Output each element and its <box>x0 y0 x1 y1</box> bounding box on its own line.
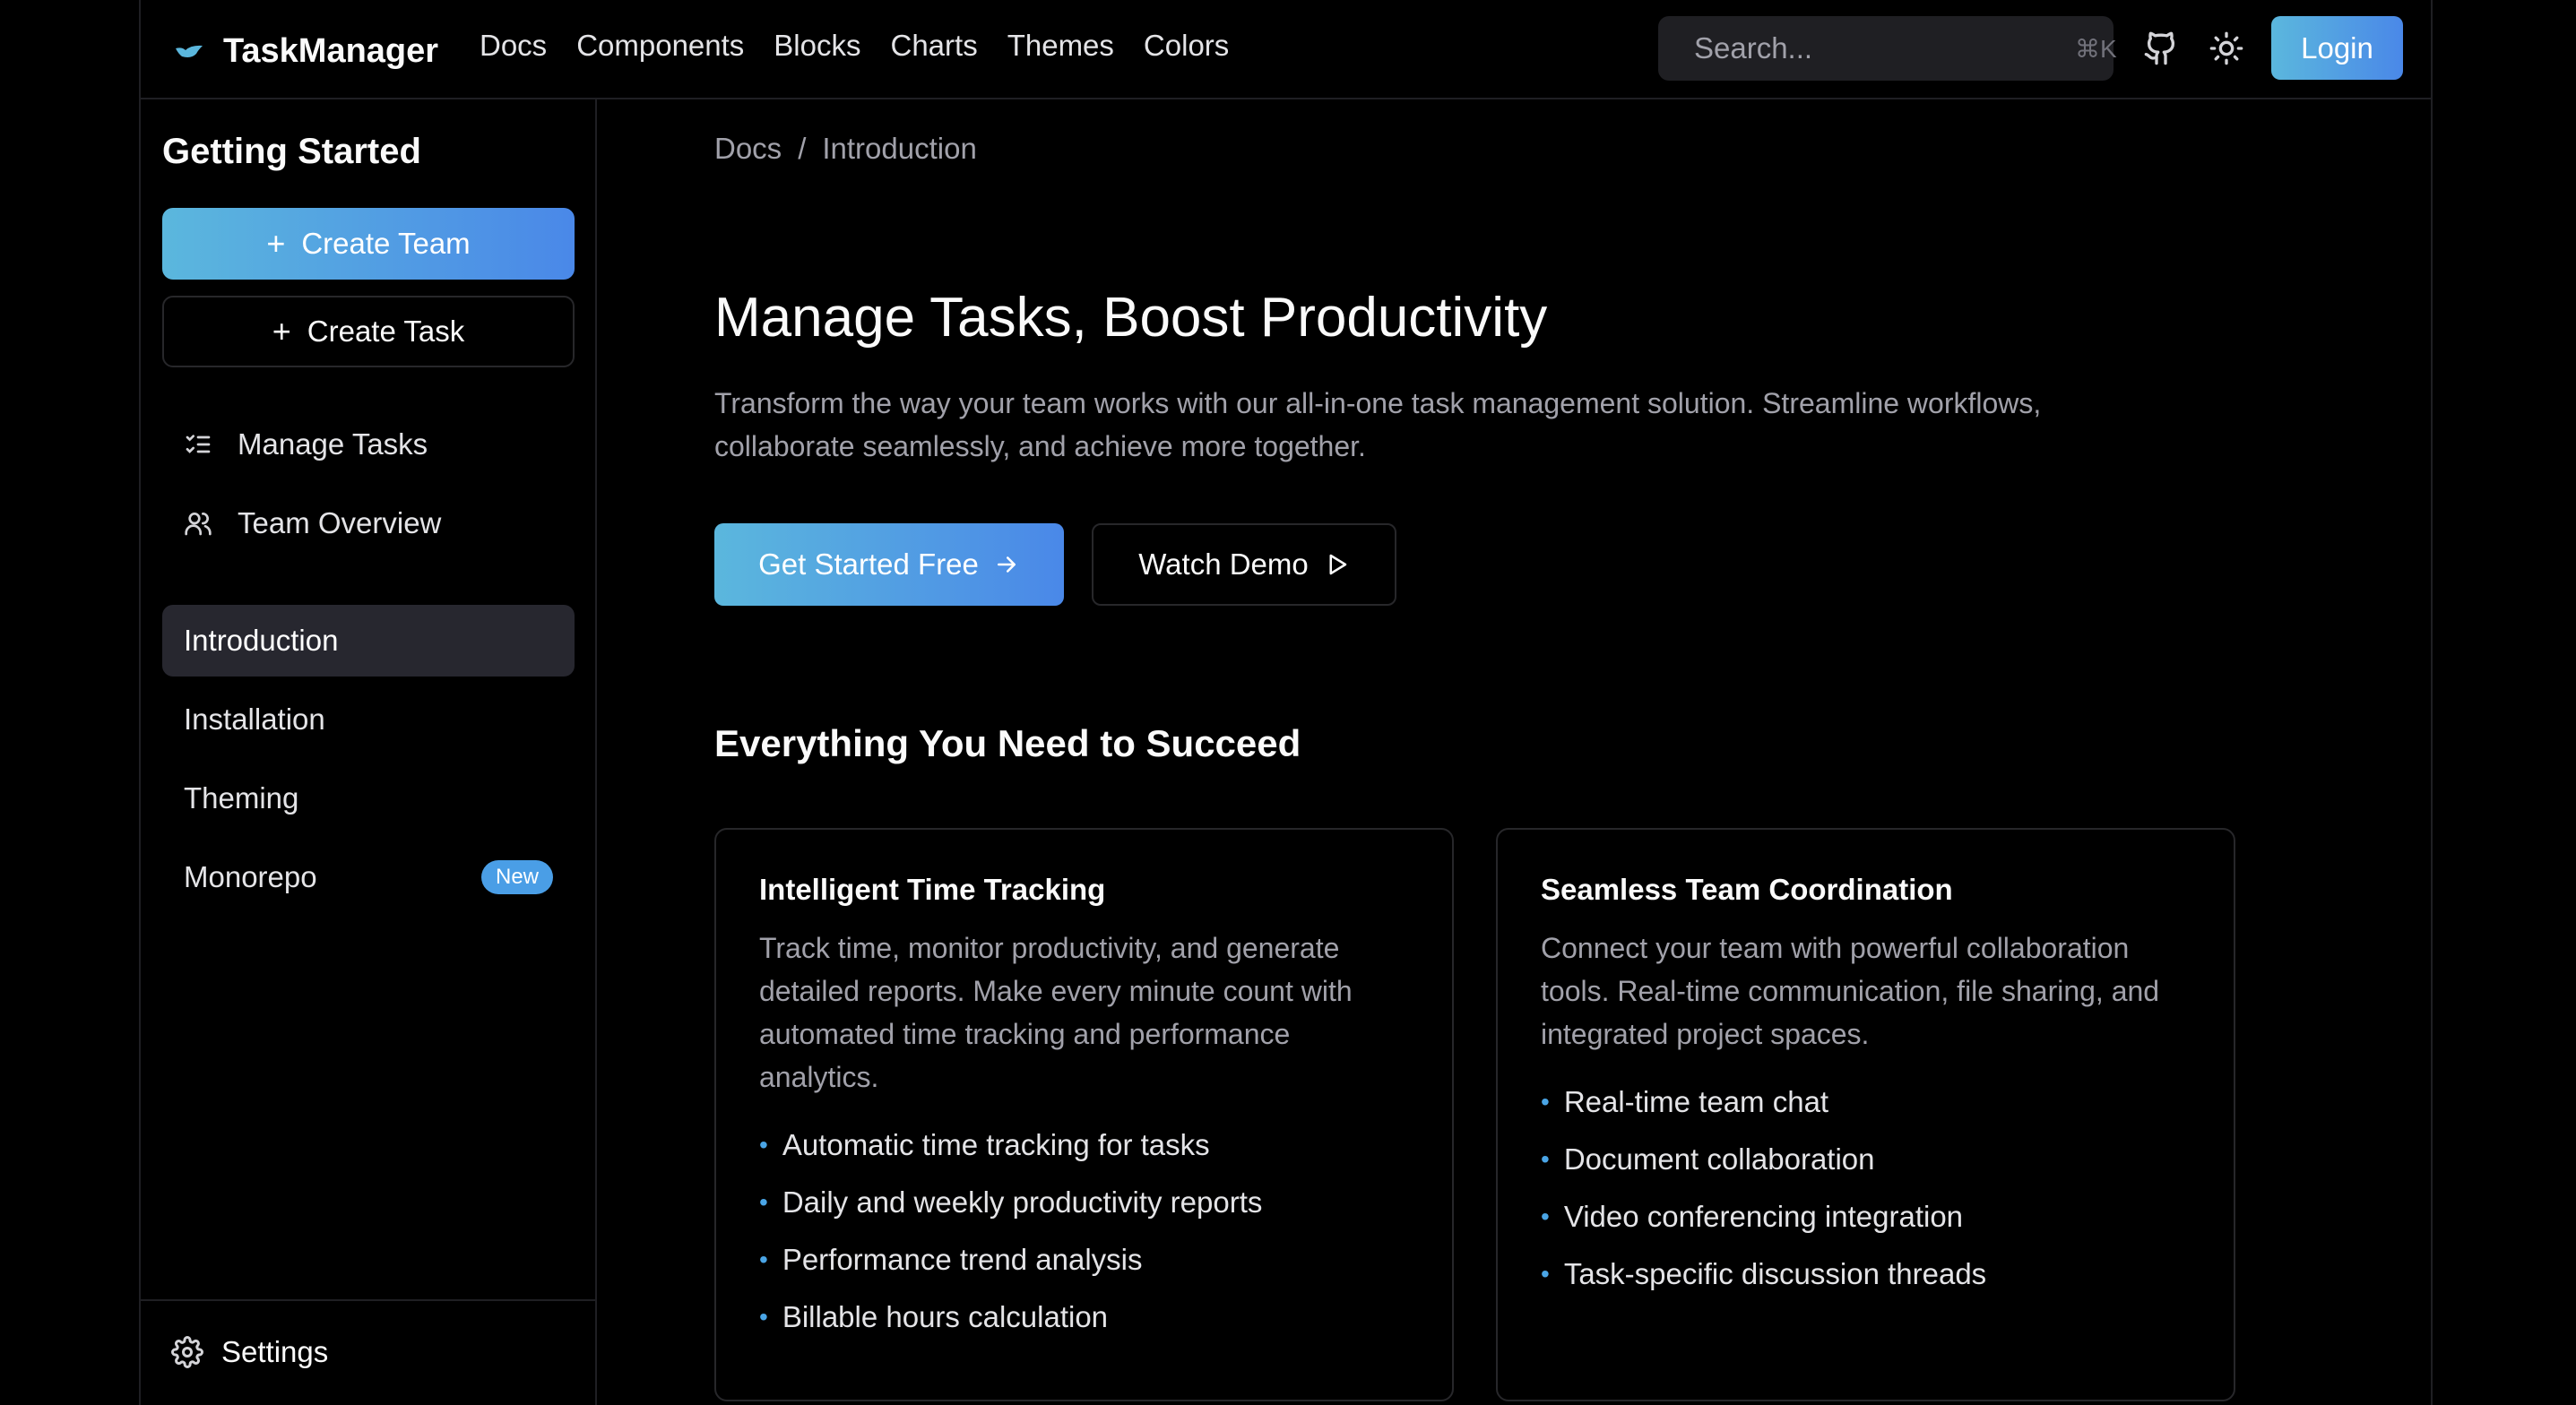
main-content: Docs / Introduction Manage Tasks, Boost … <box>714 99 2431 1405</box>
feature-card-time-tracking: Intelligent Time Tracking Track time, mo… <box>714 828 1454 1401</box>
list-item: • Real-time team chat <box>1541 1073 2191 1131</box>
search-input[interactable] <box>1694 31 2075 65</box>
settings-button[interactable]: Settings <box>171 1335 328 1369</box>
sidebar-title: Getting Started <box>162 132 421 171</box>
sidebar-item-installation[interactable]: Installation <box>162 684 575 755</box>
sidebar-item-label: Monorepo <box>184 860 317 893</box>
brand-logo[interactable]: TaskManager <box>175 32 438 71</box>
nav-colors[interactable]: Colors <box>1144 29 1229 63</box>
create-team-label: Create Team <box>301 227 471 260</box>
list-item-text: Performance trend analysis <box>782 1243 1143 1276</box>
sidebar-item-label: Manage Tasks <box>238 427 428 461</box>
nav-docs[interactable]: Docs <box>480 29 547 63</box>
card-description: Connect your team with powerful collabor… <box>1541 932 2160 1050</box>
card-description: Track time, monitor productivity, and ge… <box>759 932 1353 1093</box>
sidebar-item-manage-tasks[interactable]: Manage Tasks <box>184 427 428 461</box>
list-item: • Video conferencing integration <box>1541 1188 2191 1246</box>
get-started-label: Get Started Free <box>758 547 979 581</box>
bullet-icon: • <box>759 1246 768 1273</box>
login-button[interactable]: Login <box>2271 16 2403 80</box>
breadcrumb: Docs / Introduction <box>714 132 993 166</box>
bullet-icon: • <box>759 1188 768 1216</box>
users-icon <box>185 513 212 536</box>
list-item: • Task-specific discussion threads <box>1541 1246 2191 1303</box>
search-box[interactable]: ⌘K <box>1658 16 2117 81</box>
sidebar-item-label: Introduction <box>184 624 339 657</box>
new-badge: New <box>480 860 553 894</box>
bird-logo-icon <box>176 45 203 57</box>
bullet-icon: • <box>1541 1260 1550 1288</box>
list-item-text: Task-specific discussion threads <box>1563 1257 1987 1290</box>
sidebar-item-monorepo[interactable]: Monorepo New <box>162 841 575 913</box>
nav-themes[interactable]: Themes <box>1007 29 1114 63</box>
nav-components[interactable]: Components <box>576 29 744 63</box>
github-icon[interactable] <box>2143 30 2179 66</box>
page-title: Manage Tasks, Boost Productivity <box>714 287 1548 349</box>
app-frame: TaskManager Docs Components Blocks Chart… <box>139 0 2433 1405</box>
card-title: Intelligent Time Tracking <box>759 873 1106 906</box>
brand-name: TaskManager <box>223 32 439 70</box>
sidebar: Getting Started + Create Team + Create T… <box>141 99 597 1405</box>
list-item-text: Video conferencing integration <box>1563 1200 1964 1233</box>
list-checks-icon <box>186 435 211 453</box>
feature-list: • Automatic time tracking for tasks • Dail… <box>759 1116 1409 1346</box>
feature-card-team-coordination: Seamless Team Coordination Connect your … <box>1496 828 2235 1401</box>
create-team-button[interactable]: + Create Team <box>162 208 575 280</box>
list-item: • Performance trend analysis <box>759 1231 1409 1289</box>
play-icon <box>1329 554 1346 575</box>
feature-list: • Real-time team chat • Document collabora… <box>1541 1073 2191 1303</box>
list-item: • Daily and weekly productivity reports <box>759 1174 1409 1231</box>
gear-icon <box>171 1336 203 1368</box>
bullet-icon: • <box>759 1131 768 1159</box>
nav-blocks[interactable]: Blocks <box>774 29 860 63</box>
page-lead: Transform the way your team works with o… <box>714 387 2042 462</box>
sidebar-item-theming[interactable]: Theming <box>162 763 575 834</box>
create-task-button[interactable]: + Create Task <box>162 296 575 367</box>
list-item-text: Automatic time tracking for tasks <box>782 1128 1210 1161</box>
sidebar-footer: Settings <box>141 1299 595 1405</box>
breadcrumb-docs[interactable]: Docs <box>714 132 782 166</box>
main-nav: Docs Components Blocks Charts Themes Col… <box>480 29 1258 63</box>
bullet-icon: • <box>1541 1202 1550 1230</box>
plus-icon: + <box>272 313 291 349</box>
sidebar-item-label: Installation <box>184 702 325 736</box>
settings-label: Settings <box>221 1335 329 1368</box>
list-item: • Document collaboration <box>1541 1131 2191 1188</box>
list-item-text: Daily and weekly productivity reports <box>782 1185 1263 1219</box>
sun-icon[interactable] <box>2209 30 2244 66</box>
create-task-label: Create Task <box>307 315 465 348</box>
list-item-text: Document collaboration <box>1563 1142 1875 1176</box>
sidebar-item-introduction[interactable]: Introduction <box>162 605 575 677</box>
get-started-button[interactable]: Get Started Free <box>714 523 1064 606</box>
bullet-icon: • <box>1541 1145 1550 1173</box>
list-item: • Automatic time tracking for tasks <box>759 1116 1409 1174</box>
arrow-right-icon <box>997 556 1016 573</box>
sidebar-item-team-overview[interactable]: Team Overview <box>184 506 441 540</box>
card-title: Seamless Team Coordination <box>1541 873 1953 906</box>
breadcrumb-separator: / <box>798 132 807 165</box>
list-item: • Billable hours calculation <box>759 1289 1409 1346</box>
bullet-icon: • <box>759 1303 768 1331</box>
breadcrumb-current: Introduction <box>822 132 977 165</box>
plus-icon: + <box>266 225 286 262</box>
search-shortcut: ⌘K <box>2075 34 2117 63</box>
top-header: TaskManager Docs Components Blocks Chart… <box>141 0 2431 99</box>
section-title: Everything You Need to Succeed <box>714 722 1301 764</box>
list-item-text: Real-time team chat <box>1563 1085 1829 1118</box>
sidebar-item-label: Team Overview <box>238 506 442 539</box>
list-item-text: Billable hours calculation <box>782 1300 1109 1333</box>
sidebar-item-label: Theming <box>184 781 299 815</box>
bullet-icon: • <box>1541 1088 1550 1116</box>
watch-demo-button[interactable]: Watch Demo <box>1092 523 1396 606</box>
watch-demo-label: Watch Demo <box>1138 547 1309 581</box>
nav-charts[interactable]: Charts <box>891 29 978 63</box>
